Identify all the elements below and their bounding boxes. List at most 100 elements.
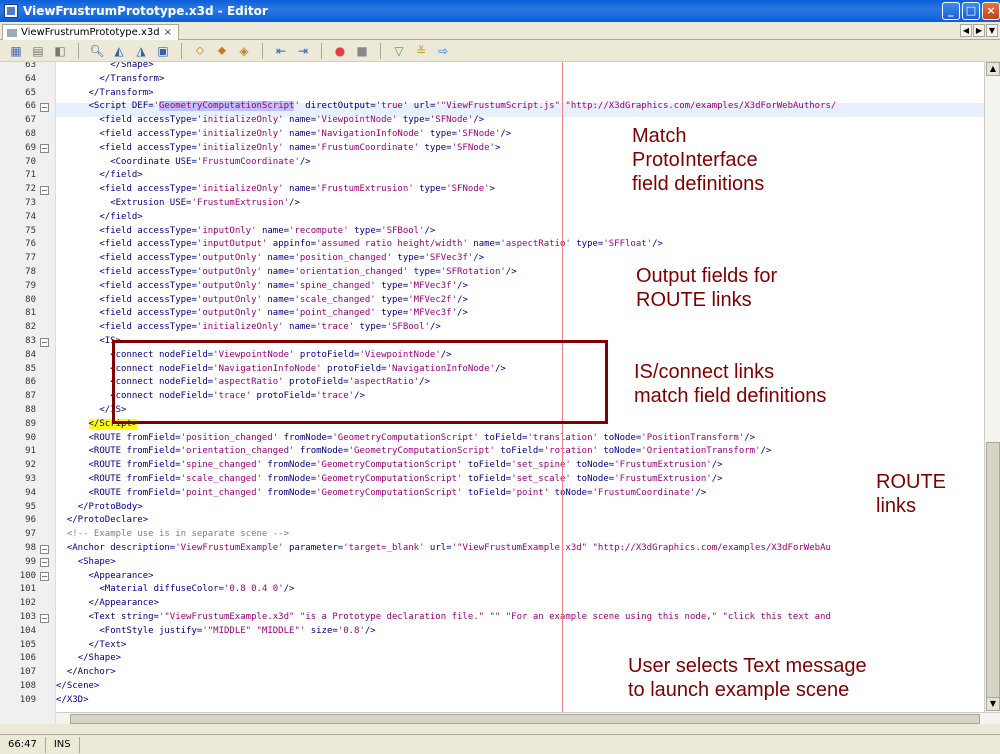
code-line[interactable]: <field accessType='outputOnly' name='sca… xyxy=(56,294,984,308)
scroll-up-icon[interactable]: ▲ xyxy=(986,62,1000,76)
code-line[interactable]: <ROUTE fromField='point_changed' fromNod… xyxy=(56,487,984,501)
previous-bookmark-icon[interactable]: ⬦ xyxy=(192,43,208,59)
fold-toggle-icon[interactable]: − xyxy=(40,544,49,554)
find-icon[interactable]: 🔍︎ xyxy=(89,43,105,59)
fold-toggle-icon[interactable]: − xyxy=(40,144,49,154)
tab-scroll-left-icon[interactable]: ◀ xyxy=(960,24,972,37)
code-line[interactable]: <field accessType='initializeOnly' name=… xyxy=(56,142,984,156)
code-line[interactable]: <ROUTE fromField='spine_changed' fromNod… xyxy=(56,459,984,473)
check-xml-icon[interactable]: ▽ xyxy=(391,43,407,59)
code-line[interactable]: <!-- Example use is in separate scene --… xyxy=(56,528,984,542)
code-line[interactable]: </Text> xyxy=(56,639,984,653)
code-line[interactable]: <ROUTE fromField='orientation_changed' f… xyxy=(56,445,984,459)
code-line[interactable]: <field accessType='initializeOnly' name=… xyxy=(56,183,984,197)
code-line[interactable]: <field accessType='inputOnly' name='reco… xyxy=(56,225,984,239)
code-line[interactable]: <field accessType='inputOutput' appinfo=… xyxy=(56,238,984,252)
annotation-is-connect: IS/connect links match field definitions xyxy=(634,361,827,407)
code-line[interactable]: <field accessType='outputOnly' name='pos… xyxy=(56,252,984,266)
file-icon xyxy=(7,28,17,37)
app-icon xyxy=(4,4,18,18)
line-number: 103 xyxy=(19,612,36,622)
toolbar-separator xyxy=(321,42,322,59)
find-next-icon[interactable]: ◮ xyxy=(133,43,149,59)
line-number-gutter: 63 64 65 66−67 68 69−70 71 72−73 74 75 76 77 78 79 80 8… xyxy=(0,62,56,724)
line-number: 82 xyxy=(25,322,36,333)
annotation-output-fields: Output fields for ROUTE links xyxy=(636,265,778,311)
code-line[interactable]: <Coordinate USE='FrustumCoordinate'/> xyxy=(56,156,984,170)
back-icon[interactable]: ◧ xyxy=(52,43,68,59)
editor-toolbar: ▦ ▤ ◧ 🔍︎ ◭ ◮ ▣ ⬦ ⬥ ◈ ⇤ ⇥ ● ■ ▽ ≚ ⇨ xyxy=(0,40,1000,62)
code-line[interactable]: <Material diffuseColor='0.8 0.4 0'/> xyxy=(56,583,984,597)
validate-xml-icon[interactable]: ≚ xyxy=(413,43,429,59)
tab-navigation: ◀ ▶ ▼ xyxy=(960,24,998,37)
vertical-scrollbar[interactable]: ▲ ▼ xyxy=(984,62,1000,712)
minimize-button[interactable]: _ xyxy=(942,2,960,20)
code-line[interactable]: <field accessType='outputOnly' name='poi… xyxy=(56,307,984,321)
code-line[interactable]: </field> xyxy=(56,169,984,183)
fold-toggle-icon[interactable]: − xyxy=(40,558,49,568)
close-window-button[interactable]: × xyxy=(982,2,1000,20)
code-line[interactable]: <ROUTE fromField='scale_changed' fromNod… xyxy=(56,473,984,487)
code-line[interactable]: <Anchor description='ViewFrustumExample'… xyxy=(56,542,984,556)
maximize-button[interactable]: □ xyxy=(962,2,980,20)
code-line[interactable]: </ProtoBody> xyxy=(56,501,984,515)
next-bookmark-icon[interactable]: ⬥ xyxy=(214,43,230,59)
code-line[interactable]: <ROUTE fromField='position_changed' from… xyxy=(56,432,984,446)
tab-file[interactable]: ViewFrustrumPrototype.x3d × xyxy=(2,24,179,40)
stop-macro-icon[interactable]: ■ xyxy=(354,43,370,59)
find-previous-icon[interactable]: ◭ xyxy=(111,43,127,59)
line-number: 72 xyxy=(25,184,36,195)
line-number: 100 xyxy=(19,570,36,581)
shift-left-icon[interactable]: ⇤ xyxy=(273,43,289,59)
code-line[interactable]: <Text string='"ViewFrustumExample.x3d" "… xyxy=(56,611,984,625)
vertical-scroll-thumb[interactable] xyxy=(986,442,1000,702)
record-macro-icon[interactable]: ● xyxy=(332,43,348,59)
fold-toggle-icon[interactable]: − xyxy=(40,572,49,582)
xsl-transform-icon[interactable]: ⇨ xyxy=(435,43,451,59)
line-number: 84 xyxy=(25,349,36,360)
source-view-icon[interactable]: ▦ xyxy=(8,43,24,59)
line-number: 85 xyxy=(25,363,36,374)
code-line[interactable]: <Shape> xyxy=(56,556,984,570)
code-line[interactable]: <field accessType='outputOnly' name='spi… xyxy=(56,280,984,294)
find-selection-icon[interactable]: ▣ xyxy=(155,43,171,59)
line-number: 89 xyxy=(25,418,36,429)
horizontal-scroll-thumb[interactable] xyxy=(70,714,980,724)
line-number: 105 xyxy=(19,639,36,650)
annotation-match-protointerface: Match ProtoInterface field definitions xyxy=(632,125,765,195)
code-line[interactable]: </ProtoDeclare> xyxy=(56,514,984,528)
line-number: 88 xyxy=(25,405,36,415)
window-controls: _ □ × xyxy=(942,2,1000,20)
code-line[interactable]: </Appearance> xyxy=(56,597,984,611)
code-editor[interactable]: 63 64 65 66−67 68 69−70 71 72−73 74 75 76 77 78 79 80 8… xyxy=(0,62,1000,724)
fold-toggle-icon[interactable]: − xyxy=(40,102,49,112)
line-number: 80 xyxy=(25,294,36,305)
code-line[interactable]: </Transform> xyxy=(56,73,984,87)
code-line[interactable]: </Shape> xyxy=(56,62,984,73)
toggle-bookmark-icon[interactable]: ◈ xyxy=(236,43,252,59)
tab-close-icon[interactable]: × xyxy=(164,27,172,38)
fold-toggle-icon[interactable]: − xyxy=(40,337,49,347)
scroll-down-icon[interactable]: ▼ xyxy=(986,697,1000,711)
code-line[interactable]: <field accessType='initializeOnly' name=… xyxy=(56,321,984,335)
code-line[interactable]: </Transform> xyxy=(56,87,984,101)
code-line[interactable]: <field accessType='initializeOnly' name=… xyxy=(56,128,984,142)
code-line[interactable]: <Appearance> xyxy=(56,570,984,584)
horizontal-scrollbar[interactable] xyxy=(56,712,1000,724)
toolbar-separator xyxy=(380,42,381,59)
code-line[interactable]: <FontStyle justify='"MIDDLE" "MIDDLE"' s… xyxy=(56,625,984,639)
code-line[interactable]: <field accessType='outputOnly' name='ori… xyxy=(56,266,984,280)
fold-toggle-icon[interactable]: − xyxy=(40,613,49,623)
code-line[interactable]: <field accessType='initializeOnly' name=… xyxy=(56,114,984,128)
annotation-user-selects-text: User selects Text message to launch examp… xyxy=(628,655,867,701)
tab-scroll-right-icon[interactable]: ▶ xyxy=(973,24,985,37)
fold-toggle-icon[interactable]: − xyxy=(40,185,49,195)
code-line[interactable]: <Script DEF='GeometryComputationScript' … xyxy=(56,100,984,114)
line-number: 97 xyxy=(25,529,36,540)
history-icon[interactable]: ▤ xyxy=(30,43,46,59)
code-line[interactable]: </field> xyxy=(56,211,984,225)
shift-right-icon[interactable]: ⇥ xyxy=(295,43,311,59)
tab-list-icon[interactable]: ▼ xyxy=(986,24,998,37)
code-line[interactable]: <Extrusion USE='FrustumExtrusion'/> xyxy=(56,197,984,211)
line-number: 90 xyxy=(25,432,36,443)
